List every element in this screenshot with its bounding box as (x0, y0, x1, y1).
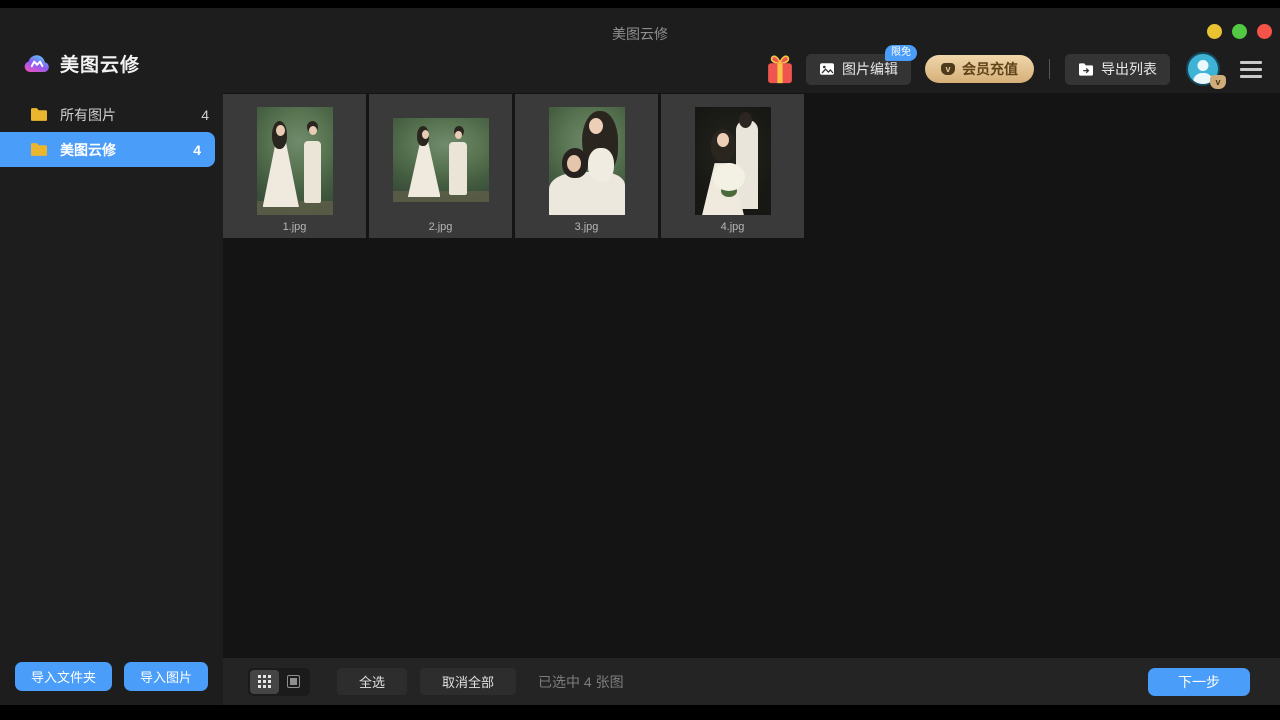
photo-filename: 3.jpg (515, 221, 658, 233)
gallery-item[interactable]: 4.jpg (661, 94, 804, 238)
menu-button[interactable] (1240, 61, 1262, 78)
import-folder-button[interactable]: 导入文件夹 (15, 662, 112, 691)
photo-thumbnail (393, 118, 489, 202)
folder-icon (30, 142, 48, 157)
gallery-item[interactable]: 3.jpg (515, 94, 658, 238)
photo-thumbnail (695, 107, 771, 215)
close-light[interactable] (1257, 24, 1272, 39)
select-all-button[interactable]: 全选 (337, 668, 407, 695)
window-controls (1207, 24, 1272, 39)
app-logo-icon (24, 50, 51, 77)
selection-toolbar: 全选 取消全部 已选中 4 张图 下一步 (223, 658, 1280, 705)
window-title: 美图云修 (0, 24, 1280, 44)
folder-count: 4 (201, 107, 209, 123)
minimize-light[interactable] (1207, 24, 1222, 39)
avatar-vip-badge: v (1210, 75, 1226, 89)
next-step-button[interactable]: 下一步 (1148, 668, 1250, 696)
vip-recharge-button[interactable]: v 会员充值 (925, 55, 1034, 83)
brand-name: 美图云修 (60, 50, 140, 77)
single-view-button[interactable] (279, 670, 308, 694)
folder-count: 4 (193, 142, 201, 158)
zoom-light[interactable] (1232, 24, 1247, 39)
sidebar-item-meitu-cloud[interactable]: 美图云修 4 (0, 132, 215, 167)
export-folder-icon (1078, 62, 1094, 77)
photo-thumbnail (549, 107, 625, 215)
image-edit-button[interactable]: 图片编辑 限免 (806, 54, 911, 85)
gallery-item[interactable]: 2.jpg (369, 94, 512, 238)
header-actions: 图片编辑 限免 v 会员充值 导出列表 v (766, 46, 1262, 92)
image-edit-icon (819, 61, 835, 77)
user-avatar[interactable]: v (1186, 52, 1220, 86)
folder-icon (30, 107, 48, 122)
image-edit-label: 图片编辑 (842, 59, 898, 79)
main-content: 1.jpg 2.jpg (223, 93, 1280, 705)
photo-thumbnail (257, 107, 333, 215)
folder-name: 所有图片 (60, 105, 116, 125)
photo-filename: 2.jpg (369, 221, 512, 233)
brand: 美图云修 (24, 50, 140, 77)
view-toggle (248, 668, 310, 696)
screen: 美图云修 美图云修 (0, 0, 1280, 720)
photo-filename: 4.jpg (661, 221, 804, 233)
export-list-label: 导出列表 (1101, 59, 1157, 79)
import-image-button[interactable]: 导入图片 (124, 662, 208, 691)
vip-recharge-label: 会员充值 (962, 59, 1018, 79)
vip-crown-icon: v (941, 63, 955, 75)
limited-free-badge: 限免 (885, 45, 917, 61)
deselect-all-button[interactable]: 取消全部 (420, 668, 516, 695)
gallery-item[interactable]: 1.jpg (223, 94, 366, 238)
grid-view-button[interactable] (250, 670, 279, 694)
header-divider (1049, 59, 1050, 79)
photo-filename: 1.jpg (223, 221, 366, 233)
folder-name: 美图云修 (60, 140, 116, 160)
sidebar: 所有图片 4 美图云修 4 导入文件夹 导入图片 (0, 93, 223, 705)
import-buttons: 导入文件夹 导入图片 (0, 662, 223, 691)
export-list-button[interactable]: 导出列表 (1065, 54, 1170, 85)
app-window: 美图云修 美图云修 (0, 8, 1280, 697)
grid-view-icon (258, 675, 271, 688)
selection-status: 已选中 4 张图 (538, 672, 624, 692)
gift-icon[interactable] (766, 53, 794, 85)
single-view-icon (287, 675, 300, 688)
sidebar-item-all-images[interactable]: 所有图片 4 (0, 97, 223, 132)
photo-grid: 1.jpg 2.jpg (223, 94, 804, 238)
